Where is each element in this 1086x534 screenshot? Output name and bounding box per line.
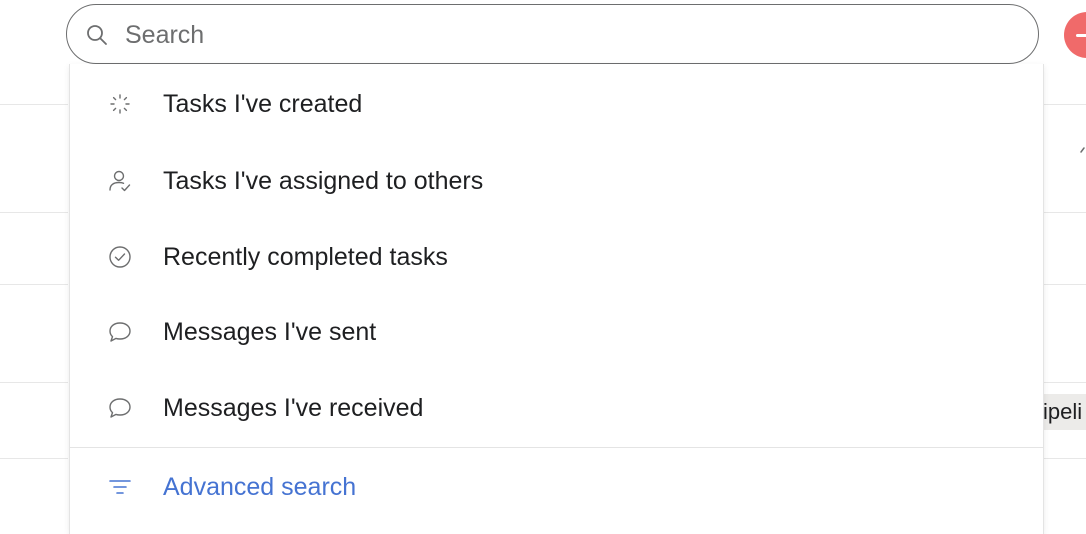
sort-arrow-icon	[1080, 147, 1085, 153]
plus-icon	[1076, 34, 1086, 37]
background-divider	[1043, 104, 1086, 105]
check-circle-icon	[109, 246, 131, 268]
background-divider	[0, 382, 68, 383]
background-divider	[0, 458, 68, 459]
sparkle-loader-icon	[110, 94, 130, 114]
menu-item-recently-completed[interactable]: Recently completed tasks	[70, 227, 1043, 287]
menu-item-messages-received[interactable]: Messages I've received	[70, 378, 1043, 438]
menu-item-label: Tasks I've created	[163, 89, 363, 118]
advanced-search-label: Advanced search	[163, 472, 357, 501]
menu-item-tasks-assigned[interactable]: Tasks I've assigned to others	[70, 151, 1043, 211]
person-check-icon	[109, 170, 131, 192]
menu-item-label: Tasks I've assigned to others	[163, 166, 484, 195]
search-input[interactable]	[125, 15, 1005, 55]
search-icon	[87, 25, 107, 45]
search-bar[interactable]	[66, 4, 1039, 64]
menu-item-messages-sent[interactable]: Messages I've sent	[70, 302, 1043, 362]
menu-item-tasks-created[interactable]: Tasks I've created	[70, 74, 1043, 134]
menu-item-label: Recently completed tasks	[163, 242, 448, 271]
background-divider	[1043, 284, 1086, 285]
advanced-search-link[interactable]: Advanced search	[70, 457, 1043, 517]
filter-icon	[109, 480, 131, 494]
background-divider	[0, 104, 68, 105]
background-divider	[1043, 212, 1086, 213]
background-divider	[1043, 382, 1086, 383]
menu-item-label: Messages I've received	[163, 393, 424, 422]
add-button[interactable]	[1064, 12, 1086, 58]
speech-bubble-icon	[109, 398, 131, 418]
background-divider	[0, 284, 68, 285]
speech-bubble-icon	[109, 322, 131, 342]
background-divider	[0, 212, 68, 213]
background-divider	[1043, 458, 1086, 459]
menu-divider	[70, 447, 1043, 448]
background-tag: ipeli	[1043, 394, 1086, 430]
search-suggestions-dropdown: Tasks I've created Tasks I've assigned t…	[69, 64, 1044, 534]
menu-item-label: Messages I've sent	[163, 317, 377, 346]
